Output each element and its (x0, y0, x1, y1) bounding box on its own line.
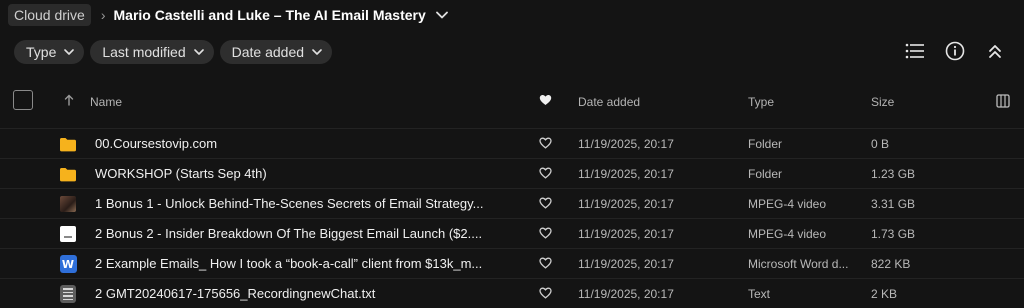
filter-date-added-button[interactable]: Date added (219, 40, 333, 64)
word-document-icon: W (59, 255, 77, 273)
file-name[interactable]: 2 GMT20240617-175656_RecordingnewChat.tx… (95, 286, 375, 301)
document-thumbnail-icon (59, 225, 77, 243)
column-header-name[interactable]: Name (90, 95, 122, 109)
column-header-type[interactable]: Type (748, 95, 774, 109)
favourite-heart-outline-icon[interactable] (539, 167, 552, 182)
file-type: Folder (748, 137, 783, 151)
filter-bar: Type Last modified Date added (14, 40, 333, 64)
file-date-added: 11/19/2025, 20:17 (578, 257, 674, 271)
file-date-added: 11/19/2025, 20:17 (578, 197, 674, 211)
filter-date-added-label: Date added (231, 44, 305, 60)
favourite-heart-outline-icon[interactable] (539, 287, 552, 302)
breadcrumb-current-folder[interactable]: Mario Castelli and Luke – The AI Email M… (114, 7, 426, 23)
columns-settings-icon[interactable] (996, 94, 1010, 111)
table-row[interactable]: W 2 Example Emails_ How I took a “book-a… (0, 248, 1024, 279)
breadcrumb-separator-icon: › (100, 7, 106, 23)
file-date-added: 11/19/2025, 20:17 (578, 167, 674, 181)
file-size: 822 KB (871, 257, 911, 271)
favourite-heart-outline-icon[interactable] (539, 137, 552, 152)
text-file-icon (59, 285, 77, 303)
column-header-size[interactable]: Size (871, 95, 894, 109)
table-row[interactable]: WORKSHOP (Starts Sep 4th) 11/19/2025, 20… (0, 158, 1024, 189)
file-type: Folder (748, 167, 783, 181)
column-header-date-added[interactable]: Date added (578, 95, 640, 109)
file-name[interactable]: 1 Bonus 1 - Unlock Behind-The-Scenes Sec… (95, 196, 484, 211)
folder-icon (59, 135, 77, 153)
file-date-added: 11/19/2025, 20:17 (578, 137, 674, 151)
table-row[interactable]: 1 Bonus 1 - Unlock Behind-The-Scenes Sec… (0, 188, 1024, 219)
collapse-icon[interactable] (984, 40, 1006, 62)
breadcrumb: Cloud drive › Mario Castelli and Luke – … (8, 3, 450, 27)
select-all-checkbox[interactable] (13, 90, 33, 110)
file-size: 2 KB (871, 287, 898, 301)
table-header: Name Date added Type Size (0, 88, 1024, 116)
table-row[interactable]: 2 Bonus 2 - Insider Breakdown Of The Big… (0, 218, 1024, 249)
chevron-down-icon (193, 49, 204, 55)
file-type: MPEG-4 video (748, 227, 827, 241)
favourite-heart-outline-icon[interactable] (539, 197, 552, 212)
view-actions (904, 40, 1006, 62)
chevron-down-icon[interactable] (435, 8, 450, 22)
filter-type-button[interactable]: Type (14, 40, 85, 64)
list-view-icon[interactable] (904, 40, 926, 62)
sort-ascending-icon[interactable] (64, 94, 74, 109)
file-type: MPEG-4 video (748, 197, 827, 211)
table-row[interactable]: 2 GMT20240617-175656_RecordingnewChat.tx… (0, 278, 1024, 308)
favourite-heart-icon[interactable] (539, 94, 552, 109)
file-type: Text (748, 287, 771, 301)
chevron-down-icon (64, 49, 75, 55)
filter-last-modified-button[interactable]: Last modified (90, 40, 214, 64)
file-name[interactable]: WORKSHOP (Starts Sep 4th) (95, 166, 267, 181)
file-date-added: 11/19/2025, 20:17 (578, 227, 674, 241)
breadcrumb-cloud-drive[interactable]: Cloud drive (8, 4, 91, 26)
file-size: 1.73 GB (871, 227, 916, 241)
file-name[interactable]: 2 Example Emails_ How I took a “book-a-c… (95, 256, 482, 271)
file-type: Microsoft Word d... (748, 257, 849, 271)
file-name[interactable]: 2 Bonus 2 - Insider Breakdown Of The Big… (95, 226, 482, 241)
table-row[interactable]: 00.Coursestovip.com 11/19/2025, 20:17 Fo… (0, 128, 1024, 159)
file-list: 00.Coursestovip.com 11/19/2025, 20:17 Fo… (0, 128, 1024, 308)
filter-last-modified-label: Last modified (102, 44, 186, 60)
filter-type-label: Type (26, 44, 57, 60)
video-thumbnail-icon (59, 195, 77, 213)
file-size: 3.31 GB (871, 197, 916, 211)
favourite-heart-outline-icon[interactable] (539, 227, 552, 242)
info-icon[interactable] (944, 40, 966, 62)
file-size: 0 B (871, 137, 890, 151)
folder-icon (59, 165, 77, 183)
chevron-down-icon (312, 49, 322, 55)
file-date-added: 11/19/2025, 20:17 (578, 287, 674, 301)
file-name[interactable]: 00.Coursestovip.com (95, 136, 217, 151)
file-size: 1.23 GB (871, 167, 916, 181)
favourite-heart-outline-icon[interactable] (539, 257, 552, 272)
